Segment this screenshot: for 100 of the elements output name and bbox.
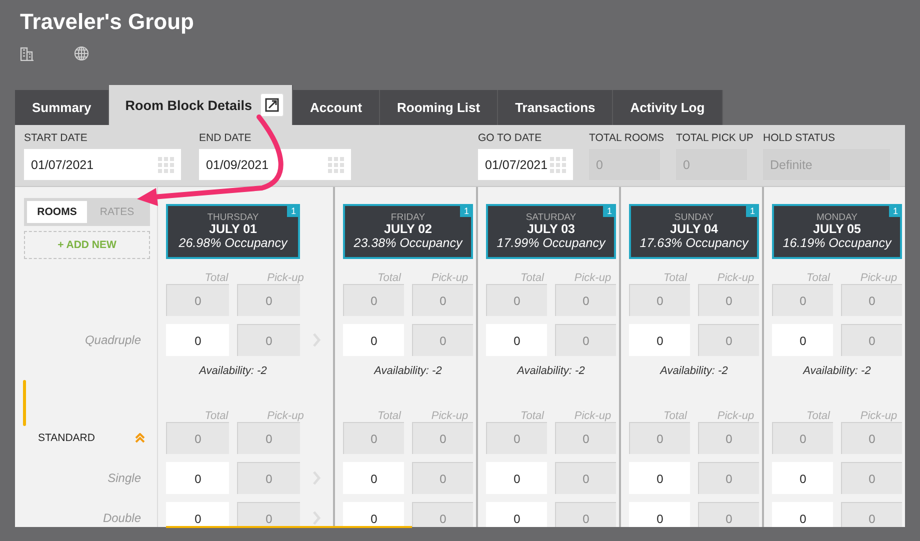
column-label: Total	[204, 272, 230, 284]
field-label: END DATE	[199, 132, 252, 145]
date-card[interactable]: 1 THURSDAY JULY 01 26.98% Occupancy	[166, 204, 300, 259]
total-field[interactable]: 0	[166, 284, 229, 316]
pickup-field[interactable]: 0	[237, 422, 300, 454]
pickup-field[interactable]: 0	[237, 462, 300, 494]
availability-label: Availability: -2	[516, 364, 586, 379]
total-field[interactable]: 0	[486, 502, 547, 527]
pickup-field[interactable]: 0	[555, 502, 616, 527]
room-type-label: Double	[102, 510, 141, 527]
pickup-field[interactable]: 0	[555, 462, 616, 494]
pickup-field[interactable]: 0	[841, 462, 902, 494]
total-field[interactable]: 0	[343, 324, 404, 356]
total-field[interactable]: 0	[486, 324, 547, 356]
total-field[interactable]: 0	[629, 502, 690, 527]
pickup-field[interactable]: 0	[237, 324, 300, 356]
total-field[interactable]: 0	[629, 324, 690, 356]
readonly-field[interactable]: Definite	[763, 149, 890, 180]
pickup-field[interactable]: 0	[841, 324, 902, 356]
tab[interactable]: Account	[293, 90, 380, 125]
availability-label: Availability: -2	[802, 364, 872, 379]
total-field[interactable]: 0	[629, 284, 690, 316]
date-field[interactable]: 01/09/2021	[199, 149, 351, 180]
total-field[interactable]: 0	[343, 462, 404, 494]
date-label: JULY 04	[670, 223, 718, 236]
date-card[interactable]: 1 MONDAY JULY 05 16.19% Occupancy	[772, 204, 902, 259]
pickup-field[interactable]: 0	[841, 284, 902, 316]
date-field[interactable]: 01/07/2021	[478, 149, 573, 180]
toggle-option[interactable]: ROOMS	[27, 201, 87, 223]
date-field[interactable]: 01/07/2021	[24, 149, 181, 180]
add-new-button[interactable]: + ADD NEW	[24, 231, 150, 259]
total-field[interactable]: 0	[772, 462, 833, 494]
total-field[interactable]: 0	[166, 422, 229, 454]
tab[interactable]: Room Block Details	[109, 85, 294, 125]
pickup-field[interactable]: 0	[412, 422, 473, 454]
total-field[interactable]: 0	[772, 324, 833, 356]
pickup-field[interactable]: 0	[555, 422, 616, 454]
date-card[interactable]: 1 SUNDAY JULY 04 17.63% Occupancy	[629, 204, 759, 259]
availability-label: Availability: -2	[658, 364, 729, 379]
availability-label: Availability: -2	[198, 364, 268, 379]
occupancy-label: 17.99% Occupancy	[496, 236, 606, 251]
total-field[interactable]: 0	[629, 422, 690, 454]
total-field[interactable]: 0	[166, 502, 229, 527]
pickup-field[interactable]: 0	[555, 324, 616, 356]
field-label: START DATE	[24, 132, 88, 145]
calendar-icon[interactable]	[328, 156, 344, 172]
pickup-field[interactable]: 0	[841, 502, 902, 527]
total-field[interactable]: 0	[486, 462, 547, 494]
calendar-icon[interactable]	[550, 156, 566, 172]
column-label: Pick-up	[266, 272, 305, 284]
column-label: Total	[806, 272, 832, 284]
pickup-field[interactable]: 0	[698, 462, 759, 494]
date-label: JULY 05	[813, 223, 861, 236]
pickup-field[interactable]: 0	[698, 502, 759, 527]
chevron-right-icon[interactable]	[312, 511, 321, 525]
tab[interactable]: Activity Log	[613, 90, 723, 125]
total-field[interactable]: 0	[629, 462, 690, 494]
expand-icon[interactable]	[260, 93, 284, 117]
total-field[interactable]: 0	[772, 422, 833, 454]
pickup-field[interactable]: 0	[412, 462, 473, 494]
column-label: Pick-up	[716, 272, 756, 284]
total-field[interactable]: 0	[166, 324, 229, 356]
column-label: Total	[520, 272, 546, 284]
calendar-icon[interactable]	[158, 156, 174, 172]
total-field[interactable]: 0	[343, 502, 404, 527]
date-card[interactable]: 1 FRIDAY JULY 02 23.38% Occupancy	[343, 204, 473, 259]
column-label: Total	[376, 410, 402, 422]
pickup-field[interactable]: 0	[412, 502, 473, 527]
pickup-field[interactable]: 0	[698, 284, 759, 316]
total-field[interactable]: 0	[486, 284, 547, 316]
pickup-field[interactable]: 0	[555, 284, 616, 316]
pickup-field[interactable]: 0	[698, 422, 759, 454]
total-field[interactable]: 0	[486, 422, 547, 454]
readonly-field[interactable]: 0	[589, 149, 660, 180]
date-label: JULY 02	[384, 223, 432, 236]
tab[interactable]: Transactions	[498, 90, 614, 125]
pickup-field[interactable]: 0	[237, 284, 300, 316]
total-field[interactable]: 0	[343, 422, 404, 454]
readonly-field[interactable]: 0	[676, 149, 747, 180]
column-label: Total	[204, 410, 230, 422]
pickup-field[interactable]: 0	[412, 284, 473, 316]
total-field[interactable]: 0	[343, 284, 404, 316]
pickup-field[interactable]: 0	[412, 324, 473, 356]
total-field[interactable]: 0	[166, 462, 229, 494]
page-title: Traveler's Group	[20, 9, 195, 35]
pickup-field[interactable]: 0	[841, 422, 902, 454]
tab[interactable]: Rooming List	[380, 90, 498, 125]
building-icon[interactable]	[20, 46, 34, 60]
pickup-field[interactable]: 0	[698, 324, 759, 356]
tab[interactable]: Summary	[15, 90, 110, 125]
globe-icon[interactable]	[74, 46, 89, 61]
pickup-field[interactable]: 0	[237, 502, 300, 527]
highlight-bar	[23, 380, 26, 426]
collapse-icon[interactable]	[135, 433, 145, 443]
date-card[interactable]: 1 SATURDAY JULY 03 17.99% Occupancy	[486, 204, 616, 259]
column-label: Pick-up	[430, 272, 470, 284]
toggle-option[interactable]: RATES	[87, 201, 147, 223]
total-field[interactable]: 0	[772, 502, 833, 527]
total-field[interactable]: 0	[772, 284, 833, 316]
column-label: Pick-up	[573, 410, 612, 422]
